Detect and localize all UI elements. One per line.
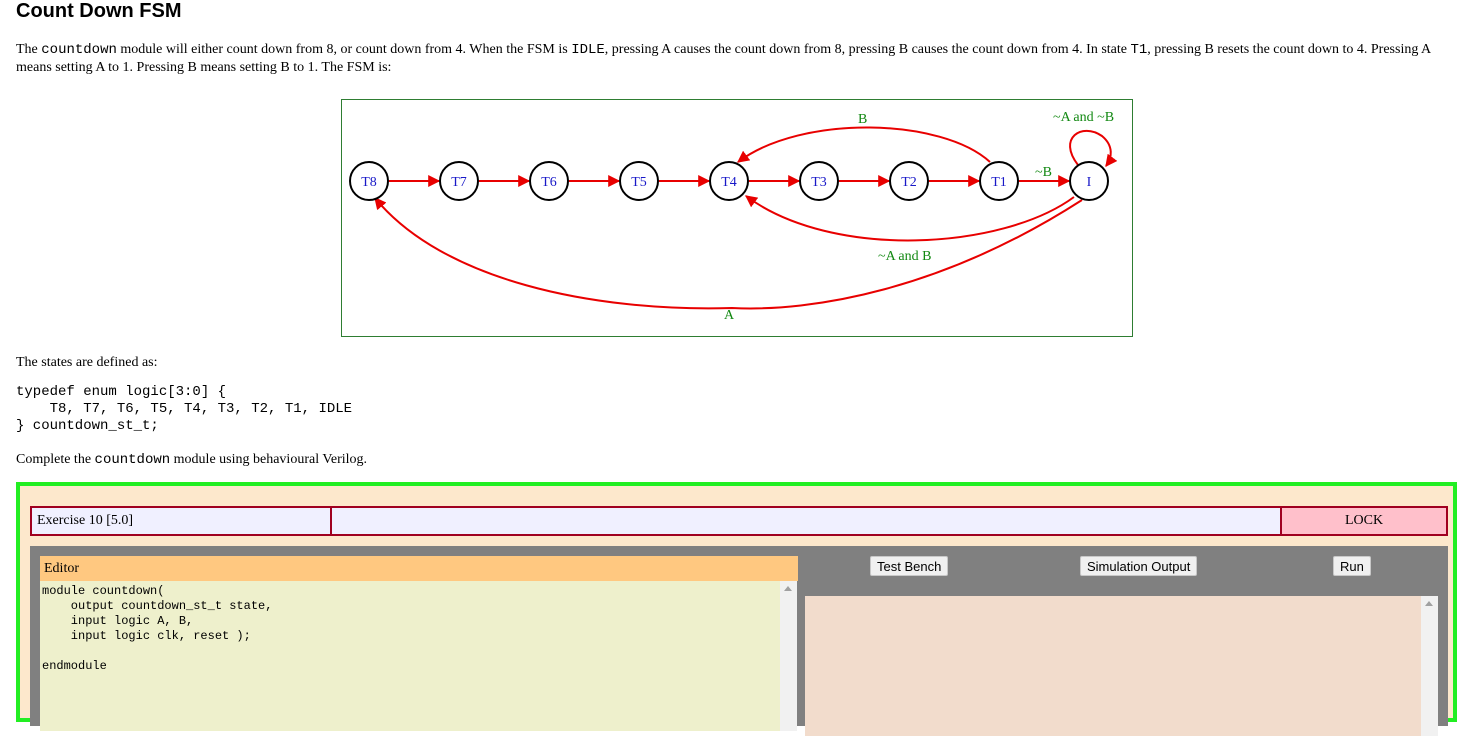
intro-paragraph: The countdown module will either count d… (16, 42, 1431, 75)
state-idle: I (1069, 161, 1109, 201)
exercise-header-bar: Exercise 10 [5.0] LOCK (30, 506, 1448, 536)
svg-text:T8: T8 (361, 175, 377, 190)
state-t7: T7 (439, 161, 479, 201)
instruction-paragraph: Complete the countdown module using beha… (16, 452, 368, 468)
svg-text:T4: T4 (721, 175, 737, 190)
edge-t1-t4 (737, 126, 991, 163)
editor-header: Editor (40, 556, 798, 581)
states-label: The states are defined as: (16, 355, 158, 370)
svg-text:T6: T6 (541, 175, 557, 190)
svg-text:T1: T1 (991, 175, 1007, 190)
svg-text:T5: T5 (631, 175, 647, 190)
workspace: Editor module countdown( output countdow… (30, 546, 1448, 736)
test-bench-button[interactable]: Test Bench (870, 556, 949, 576)
edge-label-t1-t4: B (858, 112, 867, 127)
enum-code-block: typedef enum logic[3:0] { T8, T7, T6, T5… (16, 384, 353, 434)
editor-scrollbar[interactable] (780, 581, 797, 731)
inline-code: countdown (41, 42, 117, 58)
run-button[interactable]: Run (1333, 556, 1371, 576)
inline-code: IDLE (571, 42, 605, 58)
edge-idle-self (1069, 129, 1118, 167)
edge-label-idle-t8: A (724, 308, 735, 323)
edge-label-t1-idle: ~B (1035, 165, 1052, 180)
state-t2: T2 (889, 161, 929, 201)
simulation-output-area[interactable] (805, 596, 1421, 736)
edge-label-idle-self: ~A and ~B (1053, 110, 1114, 125)
state-t4: T4 (709, 161, 749, 201)
exercise-panel: Exercise 10 [5.0] LOCK Editor module cou… (16, 482, 1457, 736)
inline-code: T1 (1130, 42, 1148, 58)
inline-code: countdown (94, 452, 171, 468)
state-t8: T8 (349, 161, 389, 201)
fsm-diagram: B ~A and ~B ~B ~A and B A T8 T7 T6 T5 T4… (341, 99, 1133, 337)
fsm-diagram-svg: B ~A and ~B ~B ~A and B A T8 T7 T6 T5 T4… (349, 110, 1118, 323)
exercise-status-field (332, 506, 1282, 536)
edge-idle-t8 (374, 197, 1083, 310)
state-t1: T1 (979, 161, 1019, 201)
state-t6: T6 (529, 161, 569, 201)
page-title: Count Down FSM (16, 0, 182, 22)
output-scrollbar[interactable] (1421, 596, 1438, 736)
lock-button[interactable]: LOCK (1282, 506, 1448, 536)
simulation-output-button[interactable]: Simulation Output (1080, 556, 1198, 576)
svg-text:I: I (1087, 175, 1092, 190)
svg-text:T7: T7 (451, 175, 467, 190)
edge-label-idle-t4: ~A and B (878, 249, 931, 264)
scroll-up-icon[interactable] (784, 586, 792, 591)
scroll-up-icon[interactable] (1425, 601, 1433, 606)
svg-text:T2: T2 (901, 175, 917, 190)
svg-text:T3: T3 (811, 175, 827, 190)
state-t3: T3 (799, 161, 839, 201)
code-editor[interactable]: module countdown( output countdown_st_t … (40, 581, 780, 731)
exercise-title: Exercise 10 [5.0] (30, 506, 332, 536)
state-t5: T5 (619, 161, 659, 201)
